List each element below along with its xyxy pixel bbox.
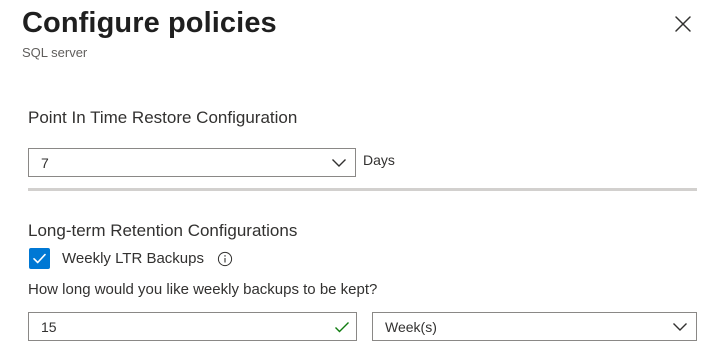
panel-title: Configure policies	[22, 7, 277, 39]
panel-subtitle: SQL server	[22, 45, 88, 60]
close-button[interactable]	[671, 12, 695, 36]
close-icon	[675, 16, 691, 32]
info-icon[interactable]	[217, 251, 233, 267]
weekly-retention-input[interactable]	[29, 313, 331, 340]
weekly-ltr-checkbox[interactable]	[29, 248, 50, 269]
checkmark-valid-icon	[335, 322, 349, 333]
section-divider	[28, 188, 697, 191]
weekly-ltr-label[interactable]: Weekly LTR Backups	[62, 250, 204, 268]
weekly-unit-value: Week(s)	[385, 319, 437, 335]
chevron-down-icon	[673, 323, 687, 331]
weekly-retention-field[interactable]	[28, 312, 357, 341]
pitr-retention-dropdown[interactable]: 7	[28, 148, 356, 177]
pitr-heading: Point In Time Restore Configuration	[28, 108, 298, 127]
ltr-heading: Long-term Retention Configurations	[28, 221, 298, 240]
chevron-down-icon	[332, 159, 346, 167]
days-unit-label: Days	[363, 152, 395, 168]
weekly-unit-dropdown[interactable]: Week(s)	[372, 312, 697, 341]
checkmark-icon	[33, 253, 46, 264]
pitr-retention-value: 7	[41, 155, 49, 171]
weekly-retention-question: How long would you like weekly backups t…	[28, 281, 378, 298]
